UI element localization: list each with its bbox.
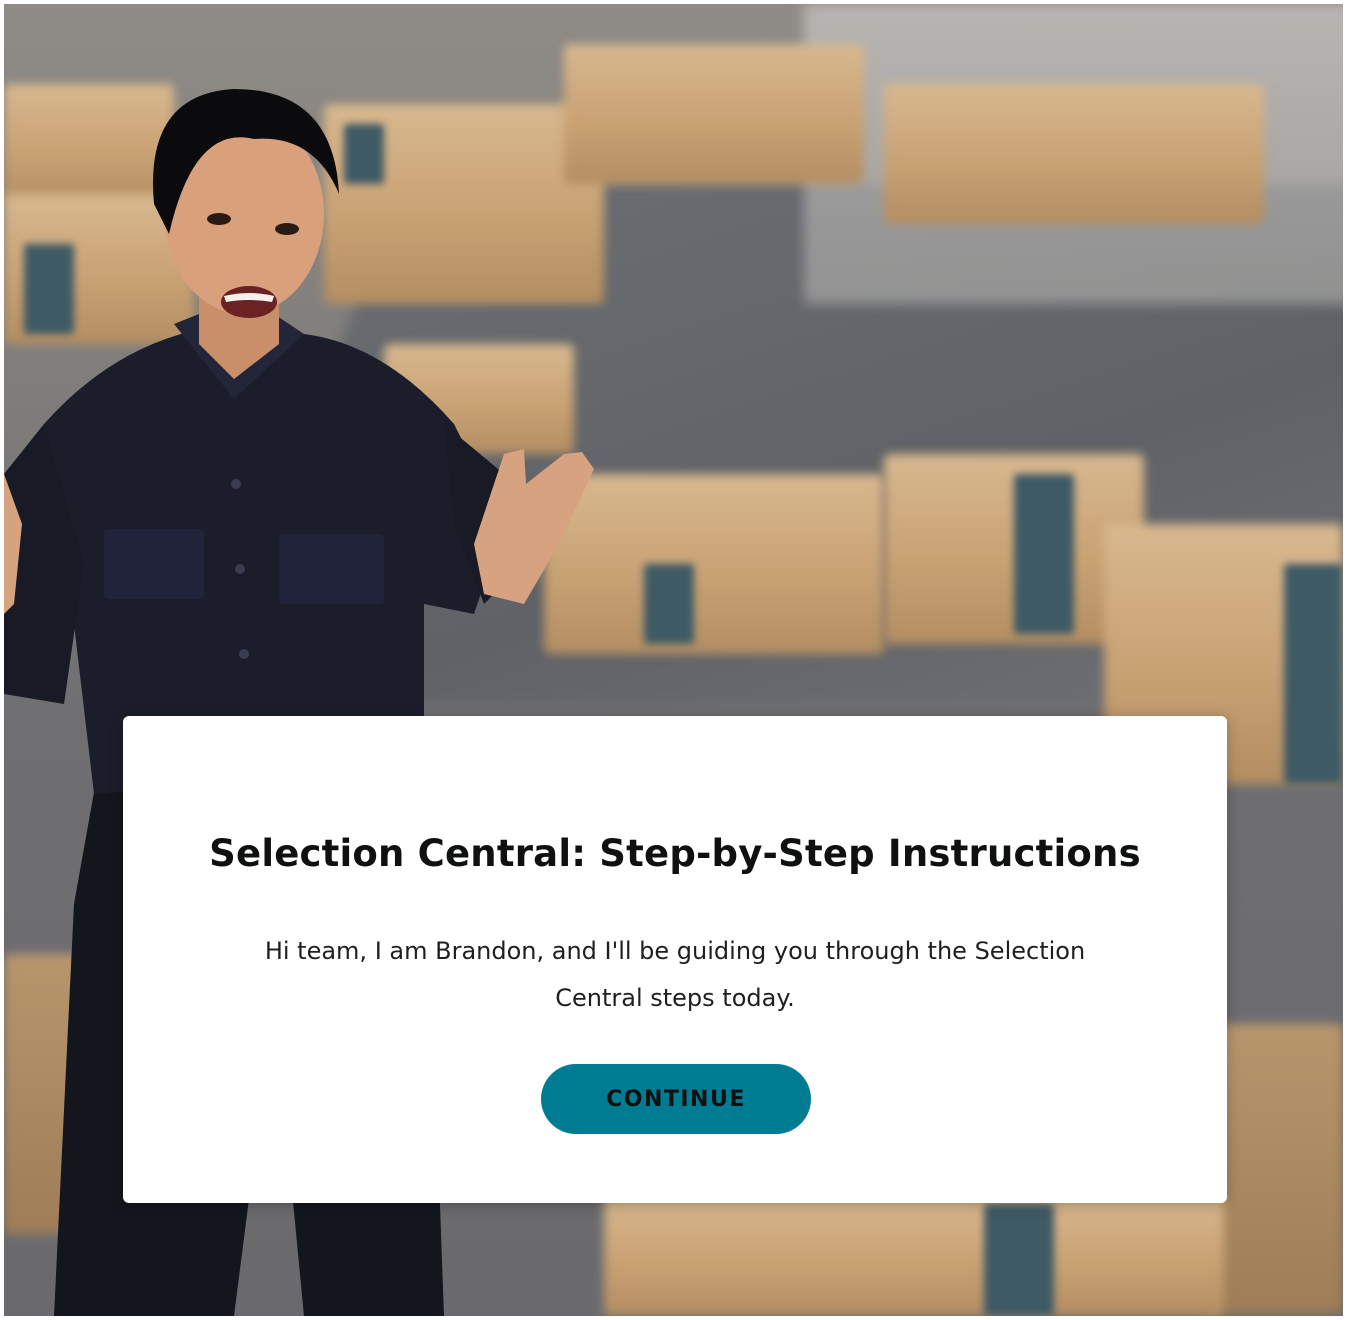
modal-title: Selection Central: Step-by-Step Instruct… — [209, 832, 1141, 875]
modal-description: Hi team, I am Brandon, and I'll be guidi… — [264, 937, 1086, 1012]
box-tape — [1284, 564, 1343, 784]
box-image — [604, 1194, 1224, 1316]
intro-modal: Selection Central: Step-by-Step Instruct… — [123, 716, 1227, 1203]
box-image — [884, 84, 1264, 224]
box-tape — [1014, 474, 1074, 634]
box-tape — [644, 564, 694, 644]
box-tape — [984, 1204, 1054, 1316]
warehouse-background: Selection Central: Step-by-Step Instruct… — [4, 4, 1343, 1316]
continue-button[interactable]: CONTINUE — [541, 1064, 811, 1134]
